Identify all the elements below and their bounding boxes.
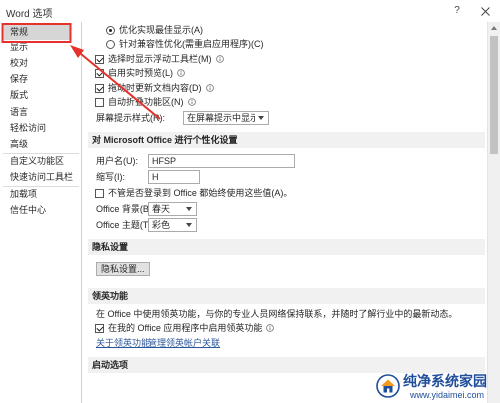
chevron-down-icon [186,207,192,211]
watermark-name: 纯净系统家园 [403,373,487,389]
window-title: Word 选项 [6,9,53,20]
house-logo-icon [376,374,400,398]
option-auto-collapse-ribbon[interactable]: 自动折叠功能区(N) [95,96,196,108]
chevron-down-icon [186,223,192,227]
sidebar-item-save[interactable]: 保存 [3,72,71,87]
checkbox-label: 启用实时预览(L) [108,68,173,78]
username-label: 用户名(U): [96,156,138,166]
info-icon [187,98,196,106]
initials-label: 缩写(I): [96,172,125,182]
initials-input[interactable] [148,170,200,184]
general-options-panel: 优化实现最佳显示(A) 针对兼容性优化(需重启应用程序)(C) 选择时显示浮动工… [82,22,487,403]
radio-label: 针对兼容性优化(需重启应用程序)(C) [119,39,264,49]
office-background-label: Office 背景(B): [96,204,155,214]
checkbox-label: 在我的 Office 应用程序中启用领英功能 [108,323,263,333]
scrollbar-thumb[interactable] [490,36,498,154]
vertical-scrollbar[interactable] [487,22,500,403]
radio-button[interactable] [106,25,115,35]
section-header-personalize: 对 Microsoft Office 进行个性化设置 [88,132,485,148]
linkedin-description: 在 Office 中使用领英功能，与你的专业人员网络保持联系，并随时了解行业中的… [96,309,458,319]
office-theme-dropdown[interactable]: 彩色 [148,218,197,232]
close-button[interactable] [478,4,493,18]
checkbox-label: 拖动时更新文档内容(D) [108,83,202,93]
radio-button[interactable] [106,39,115,49]
section-header-privacy: 隐私设置 [88,239,485,255]
dropdown-value: 彩色 [152,220,171,230]
options-sidebar: 常规 显示 校对 保存 版式 语言 轻松访问 高级 自定义功能区 快速访问工具栏… [0,22,82,403]
dropdown-value: 在屏幕提示中显示功能说明 [187,113,255,123]
manage-linkedin-link[interactable]: 管理领英帐户关联 [148,337,220,349]
checkbox[interactable] [95,83,104,93]
checkbox[interactable] [95,97,104,107]
sidebar-item-display[interactable]: 显示 [3,40,71,55]
help-button[interactable]: ? [450,3,464,18]
sidebar-item-quick-access-toolbar[interactable]: 快速访问工具栏 [3,170,73,185]
info-icon [266,324,275,332]
about-linkedin-link[interactable]: 关于领英功能 [96,337,150,349]
sidebar-item-advanced[interactable]: 高级 [3,137,71,152]
username-input[interactable] [148,154,295,168]
privacy-settings-button[interactable]: 隐私设置... [96,262,150,276]
sidebar-item-proofing[interactable]: 校对 [3,56,71,71]
sidebar-item-add-ins[interactable]: 加载项 [3,187,71,202]
section-header-startup: 启动选项 [88,357,485,373]
sidebar-item-trust-center[interactable]: 信任中心 [3,203,71,218]
radio-optimize-best-display[interactable]: 优化实现最佳显示(A) [106,24,203,36]
help-icon: ? [454,5,460,16]
option-enable-linkedin[interactable]: 在我的 Office 应用程序中启用领英功能 [95,322,275,334]
checkbox-label: 自动折叠功能区(N) [108,97,184,107]
dropdown-value: 春天 [152,204,171,214]
sidebar-item-general[interactable]: 常规 [3,25,71,40]
screentip-style-dropdown[interactable]: 在屏幕提示中显示功能说明 [183,111,269,125]
watermark-url: www.yidaimei.com [410,390,485,400]
sidebar-item-language[interactable]: 语言 [3,105,71,120]
option-always-use-values[interactable]: 不管是否登录到 Office 都始终使用这些值(A)。 [95,187,292,199]
checkbox-label: 不管是否登录到 Office 都始终使用这些值(A)。 [108,188,293,198]
title-bar: Word 选项 ? [0,0,500,22]
radio-label: 优化实现最佳显示(A) [119,25,203,35]
checkbox-label: 选择时显示浮动工具栏(M) [108,54,212,64]
sidebar-item-layout[interactable]: 版式 [3,88,71,103]
info-icon [177,69,185,77]
chevron-up-icon[interactable] [491,26,497,30]
section-header-linkedin: 领英功能 [88,288,485,304]
office-background-dropdown[interactable]: 春天 [148,202,197,216]
chevron-down-icon [258,116,264,120]
info-icon [215,55,224,63]
sidebar-item-customize-ribbon[interactable]: 自定义功能区 [3,154,71,169]
checkbox[interactable] [95,68,104,78]
checkbox[interactable] [95,323,104,333]
office-theme-label: Office 主题(T): [96,220,154,230]
screentip-style-label: 屏幕提示样式(R): [96,113,165,123]
option-live-preview[interactable]: 启用实时预览(L) [95,67,185,79]
radio-optimize-compatibility[interactable]: 针对兼容性优化(需重启应用程序)(C) [106,38,264,50]
sidebar-item-accessibility[interactable]: 轻松访问 [3,121,71,136]
checkbox[interactable] [95,54,104,64]
option-update-while-dragging[interactable]: 拖动时更新文档内容(D) [95,82,214,94]
checkbox[interactable] [95,188,104,198]
close-icon [481,6,490,16]
option-floating-toolbar[interactable]: 选择时显示浮动工具栏(M) [95,53,224,65]
info-icon [205,84,214,92]
